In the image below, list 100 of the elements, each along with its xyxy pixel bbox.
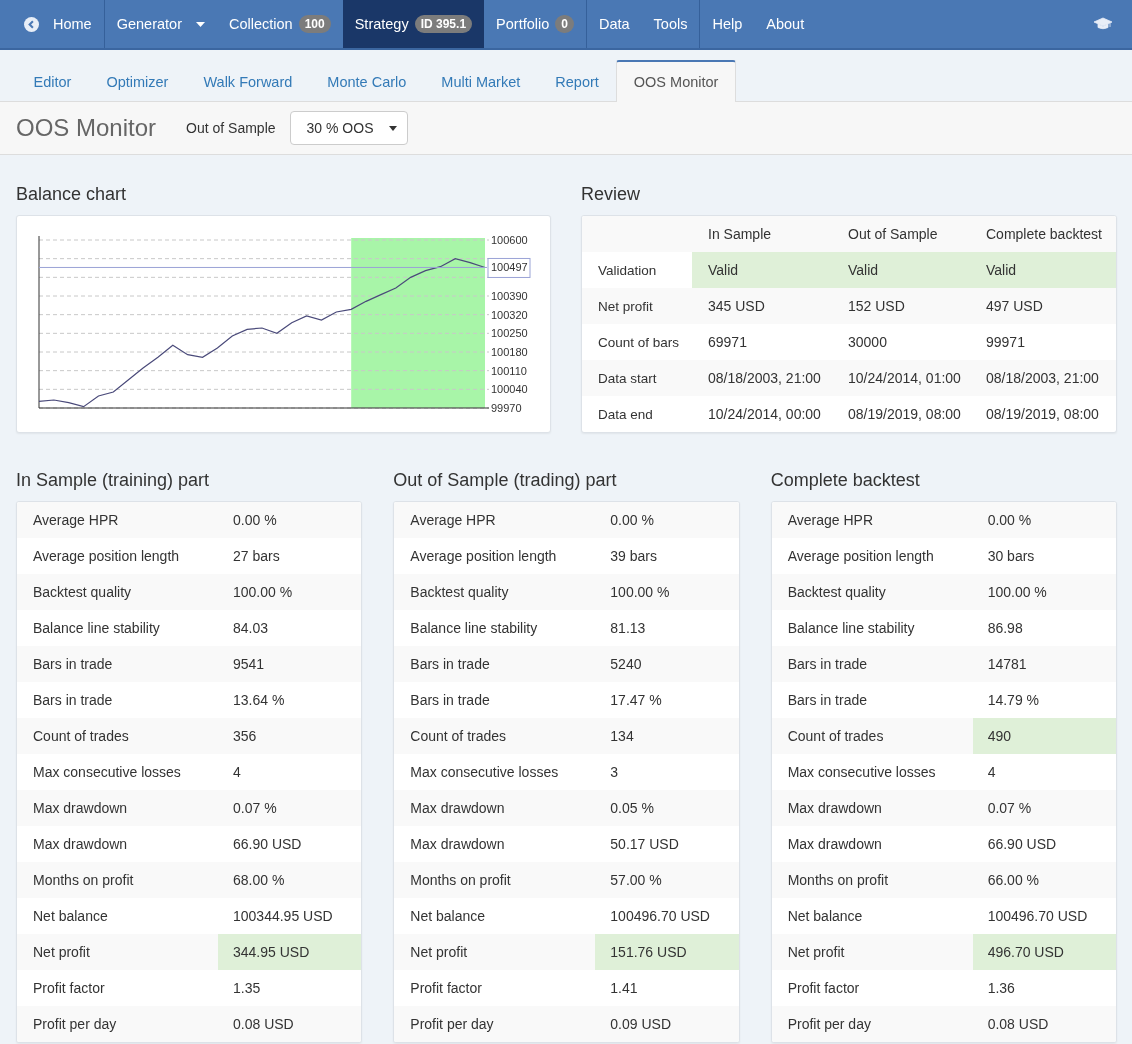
stat-label: Profit per day [409, 1015, 495, 1034]
stat-value: 3 [609, 763, 620, 782]
nav-link[interactable]: Strategy ID 395.1 [342, 0, 485, 48]
stat-value: 5240 [609, 655, 643, 674]
axis-tick-label: 100390 [491, 290, 528, 302]
stat-value: 9541 [232, 655, 266, 674]
section-title: In Sample (training) part [16, 469, 211, 491]
stat-label: Count of trades [32, 727, 130, 746]
stat-value: 84.03 [232, 619, 270, 638]
value-badge: 100497 [487, 257, 531, 278]
stat-label: Backtest quality [32, 583, 133, 602]
row-label: Count of bars [597, 333, 681, 352]
table-cell-text: 69971 [707, 333, 748, 352]
stat-value: 496.70 USD [972, 934, 1116, 970]
stat-value: 344.95 USD [218, 934, 362, 970]
stat-value: 57.00 % [609, 871, 663, 890]
axis-tick-label: 100250 [491, 327, 528, 340]
nav-link[interactable]: Generator [104, 0, 217, 48]
table-cell-text: 152 USD [847, 297, 906, 316]
graduation-cap-icon[interactable] [1094, 17, 1112, 31]
stat-label: Bars in trade [786, 691, 869, 710]
stat-label: Max consecutive losses [786, 763, 937, 782]
stat-value: 0.07 % [232, 799, 278, 818]
nav-link[interactable]: Home [0, 0, 104, 48]
stat-label: Net balance [32, 907, 109, 926]
tab[interactable]: Report [537, 61, 617, 102]
axis-tick-label: 100180 [491, 346, 528, 358]
stat-label: Profit per day [786, 1015, 872, 1034]
stat-label: Profit factor [786, 979, 861, 998]
section-title: Balance chart [16, 183, 128, 205]
stat-value: 100.00 % [609, 583, 671, 602]
stat-label: Net balance [409, 907, 487, 926]
field-label: Out of Sample [186, 120, 276, 136]
stat-value: 0.08 USD [986, 1015, 1050, 1034]
stat-value: 100344.95 USD [232, 907, 334, 926]
column-header: In Sample [707, 225, 773, 244]
nav-link[interactable]: Data [586, 0, 642, 48]
stat-value: 0.07 % [986, 799, 1033, 818]
tab[interactable]: Walk Forward [185, 61, 310, 102]
table-cell-text: 08/18/2003, 21:00 [707, 369, 822, 388]
table-cell-text: 08/19/2019, 08:00 [985, 405, 1100, 424]
table-cell-text: 08/19/2019, 08:00 [847, 405, 962, 424]
stat-value: 100.00 % [986, 583, 1048, 602]
row-label: Data end [597, 405, 654, 424]
stat-label: Months on profit [32, 871, 135, 890]
nav-link[interactable]: Collection 100 [217, 0, 343, 48]
nav-link[interactable]: Help [700, 0, 755, 48]
stat-value: 66.90 USD [232, 835, 303, 854]
stat-value: 0.09 USD [609, 1015, 673, 1034]
tab[interactable]: Optimizer [88, 61, 186, 102]
table-cell-text: 10/24/2014, 00:00 [707, 405, 822, 424]
stat-value: 1.36 [986, 979, 1016, 998]
stat-value: 13.64 % [232, 691, 286, 710]
nav-link[interactable]: Portfolio 0 [484, 0, 586, 48]
stat-label: Profit factor [32, 979, 106, 998]
stat-label: Max drawdown [786, 799, 883, 818]
stat-value: 0.00 % [232, 511, 278, 530]
stat-value: 81.13 [609, 619, 647, 638]
stat-label: Max consecutive losses [32, 763, 182, 782]
tab[interactable]: Editor [16, 61, 89, 102]
stat-label: Average HPR [409, 511, 497, 530]
tab[interactable]: OOS Monitor [616, 60, 736, 102]
back-icon [24, 16, 39, 32]
column-header: Out of Sample [847, 225, 939, 244]
stat-value: 356 [232, 727, 258, 746]
stat-value: 17.47 % [609, 691, 663, 710]
tab[interactable]: Monte Carlo [309, 61, 424, 102]
stat-value: 1.35 [232, 979, 262, 998]
column-header: Complete backtest [985, 225, 1103, 244]
stat-value: 14781 [986, 655, 1028, 674]
table-cell-text: 345 USD [707, 297, 766, 316]
nav-link[interactable]: Tools [641, 0, 700, 48]
stat-label: Average HPR [32, 511, 120, 530]
table-cell-text: 10/24/2014, 01:00 [847, 369, 962, 388]
stat-label: Bars in trade [409, 655, 491, 674]
stat-label: Max drawdown [409, 835, 506, 854]
section-title: Review [581, 183, 642, 205]
oos-select[interactable]: 30 % OOS [289, 111, 409, 145]
stat-value: 66.00 % [986, 871, 1041, 890]
stat-label: Backtest quality [409, 583, 510, 602]
stat-label: Average position length [786, 547, 935, 566]
caret-icon [196, 21, 205, 27]
row-label: Data start [597, 369, 658, 388]
stat-label: Net profit [786, 943, 846, 962]
axis-tick-label: 100040 [491, 383, 528, 396]
nav-link[interactable]: About [754, 0, 817, 48]
section-title: Complete backtest [770, 469, 921, 491]
stat-value: 100496.70 USD [986, 907, 1089, 926]
tab[interactable]: Multi Market [423, 61, 538, 102]
stat-value: 100.00 % [232, 583, 294, 602]
row-label: Net profit [597, 297, 654, 316]
count-badge: 0 [555, 15, 574, 33]
stat-value: 100496.70 USD [609, 907, 711, 926]
stat-label: Average HPR [786, 511, 874, 530]
stat-label: Average position length [409, 547, 558, 566]
stat-label: Max drawdown [409, 799, 506, 818]
stat-label: Bars in trade [32, 655, 114, 674]
count-badge: ID 395.1 [414, 15, 473, 33]
axis-tick-label: 100320 [491, 308, 528, 321]
stat-value: 0.00 % [986, 511, 1033, 530]
